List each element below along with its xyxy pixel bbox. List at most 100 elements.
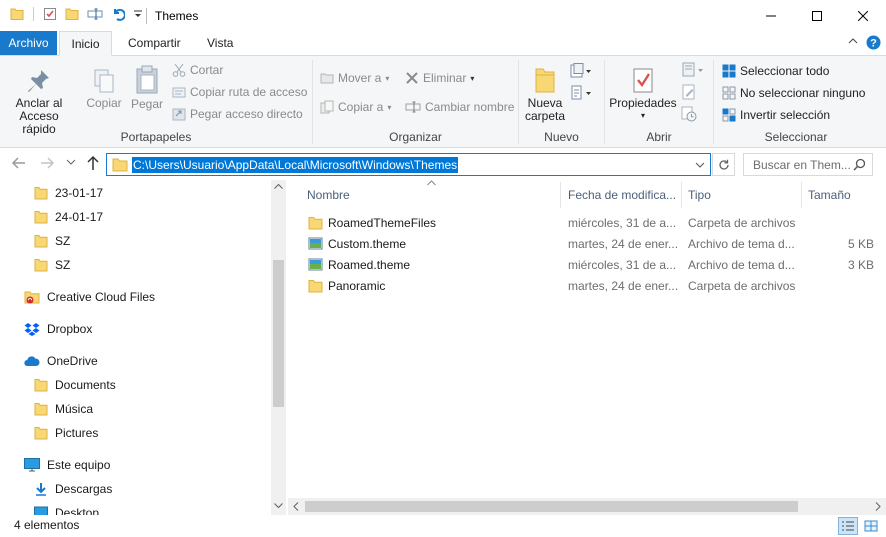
column-divider[interactable] (560, 182, 561, 208)
copy-label: Copiar (86, 96, 122, 110)
open-icon[interactable] (681, 62, 705, 78)
table-row[interactable]: Roamed.theme miércoles, 31 de a... Archi… (290, 255, 886, 276)
nav-item-folder[interactable]: 23-01-17 (34, 186, 103, 200)
select-none-button[interactable]: No seleccionar ninguno (722, 86, 865, 100)
nav-item-creative-cloud[interactable]: Creative Cloud Files (24, 290, 155, 304)
nav-item-label: Dropbox (47, 322, 93, 336)
properties-button[interactable]: Propiedades ▾ (607, 64, 679, 122)
nav-item-folder[interactable]: Pictures (34, 426, 98, 440)
paste-shortcut-button[interactable]: Pegar acceso directo (172, 107, 303, 121)
scroll-down-icon[interactable] (274, 503, 283, 509)
paste-button[interactable]: Pegar (127, 64, 167, 111)
close-button[interactable] (840, 0, 886, 31)
minimize-button[interactable] (748, 0, 794, 31)
undo-icon[interactable] (111, 7, 125, 21)
scrollbar-thumb[interactable] (273, 260, 284, 407)
refresh-button[interactable] (712, 153, 735, 176)
column-divider[interactable] (801, 182, 802, 208)
tab-archivo[interactable]: Archivo (0, 31, 57, 55)
rename-button[interactable]: Cambiar nombre (405, 100, 514, 114)
scroll-right-icon[interactable] (875, 502, 881, 511)
cut-label: Cortar (190, 63, 224, 77)
nav-item-folder[interactable]: Documents (34, 378, 116, 392)
cut-button[interactable]: Cortar (172, 63, 223, 77)
rename-quick-icon[interactable] (87, 7, 103, 21)
nav-item-this-pc[interactable]: Este equipo (24, 458, 110, 472)
horizontal-scrollbar[interactable] (288, 498, 886, 515)
recent-locations-button[interactable] (66, 157, 76, 167)
table-row[interactable]: Panoramic martes, 24 de ener... Carpeta … (290, 276, 886, 297)
scroll-up-icon[interactable] (274, 183, 283, 189)
new-folder-quick-icon[interactable] (65, 7, 79, 21)
nav-item-folder[interactable]: SZ (34, 234, 70, 248)
tab-vista[interactable]: Vista (197, 31, 243, 55)
edit-icon[interactable] (681, 84, 697, 100)
nav-item-dropbox[interactable]: Dropbox (24, 322, 92, 336)
pin-quick-access-button[interactable]: Anclar al Acceso rápido (4, 66, 74, 136)
new-item-icon[interactable] (570, 63, 592, 79)
customize-quick-access-icon[interactable] (133, 9, 143, 19)
maximize-button[interactable] (794, 0, 840, 31)
up-button[interactable] (85, 155, 101, 171)
properties-quick-icon[interactable] (43, 7, 57, 21)
refresh-icon (718, 159, 730, 171)
table-row[interactable]: RoamedThemeFiles miércoles, 31 de a... C… (290, 213, 886, 234)
file-date: miércoles, 31 de a... (568, 258, 677, 272)
nav-item-onedrive[interactable]: OneDrive (24, 354, 98, 368)
column-date[interactable]: Fecha de modifica... (568, 188, 676, 202)
new-folder-label-2: carpeta (525, 109, 566, 123)
scroll-left-icon[interactable] (293, 502, 299, 511)
select-all-label: Seleccionar todo (740, 64, 830, 78)
file-type: Carpeta de archivos (688, 279, 796, 293)
new-group-label: Nuevo (544, 130, 579, 144)
easy-access-icon[interactable] (570, 85, 592, 101)
file-name: RoamedThemeFiles (328, 216, 437, 230)
address-bar[interactable]: C:\Users\Usuario\AppData\Local\Microsoft… (106, 153, 711, 176)
address-path[interactable]: C:\Users\Usuario\AppData\Local\Microsoft… (132, 156, 459, 173)
delete-label: Eliminar (423, 71, 467, 85)
help-icon[interactable]: ? (866, 35, 881, 50)
select-none-icon (722, 86, 736, 100)
copy-path-button[interactable]: Copiar ruta de acceso (172, 85, 307, 99)
invert-selection-button[interactable]: Invertir selección (722, 108, 830, 122)
nav-item-downloads[interactable]: Descargas (34, 482, 112, 496)
copy-button[interactable]: Copiar (84, 66, 124, 110)
column-size[interactable]: Tamaño (808, 188, 851, 202)
nav-item-folder[interactable]: SZ (34, 258, 70, 272)
back-button[interactable] (11, 155, 27, 171)
tab-inicio[interactable]: Inicio (59, 31, 112, 56)
search-box[interactable]: Buscar en Them... (743, 153, 873, 176)
nav-item-folder[interactable]: Música (34, 402, 93, 416)
navigation-scrollbar[interactable] (271, 180, 286, 515)
collapse-ribbon-icon[interactable] (848, 36, 858, 46)
nav-item-label: Este equipo (47, 458, 111, 472)
details-view-button[interactable] (838, 517, 858, 535)
folder-icon (34, 378, 48, 392)
scrollbar-thumb[interactable] (305, 501, 798, 512)
nav-item-desktop[interactable]: Desktop (34, 506, 99, 515)
clipboard-group-label: Portapapeles (120, 130, 192, 144)
nav-item-folder[interactable]: 24-01-17 (34, 210, 103, 224)
tab-compartir[interactable]: Compartir (118, 31, 191, 55)
copy-to-button[interactable]: Copiar a ▾ (320, 100, 391, 114)
move-to-button[interactable]: Mover a ▾ (320, 71, 389, 85)
nav-item-label: Música (55, 402, 94, 416)
select-all-button[interactable]: Seleccionar todo (722, 64, 829, 78)
ribbon-tabs: Archivo Inicio Compartir Vista ? (0, 31, 886, 56)
title-bar: Themes (0, 0, 886, 31)
arrow-right-icon (39, 155, 55, 171)
forward-button[interactable] (39, 155, 55, 171)
folder-icon (34, 258, 48, 272)
file-size: 3 KB (847, 258, 874, 272)
history-icon[interactable] (681, 106, 697, 122)
address-dropdown-icon[interactable] (695, 160, 705, 170)
select-none-label: No seleccionar ninguno (740, 86, 866, 100)
search-icon[interactable] (853, 158, 866, 171)
column-type[interactable]: Tipo (688, 188, 711, 202)
table-row[interactable]: Custom.theme martes, 24 de ener... Archi… (290, 234, 886, 255)
new-folder-button[interactable]: Nueva carpeta (525, 64, 565, 123)
large-icons-view-button[interactable] (861, 517, 881, 535)
delete-button[interactable]: Eliminar ▾ (405, 71, 474, 85)
column-divider[interactable] (681, 182, 682, 208)
column-name[interactable]: Nombre (307, 188, 350, 202)
